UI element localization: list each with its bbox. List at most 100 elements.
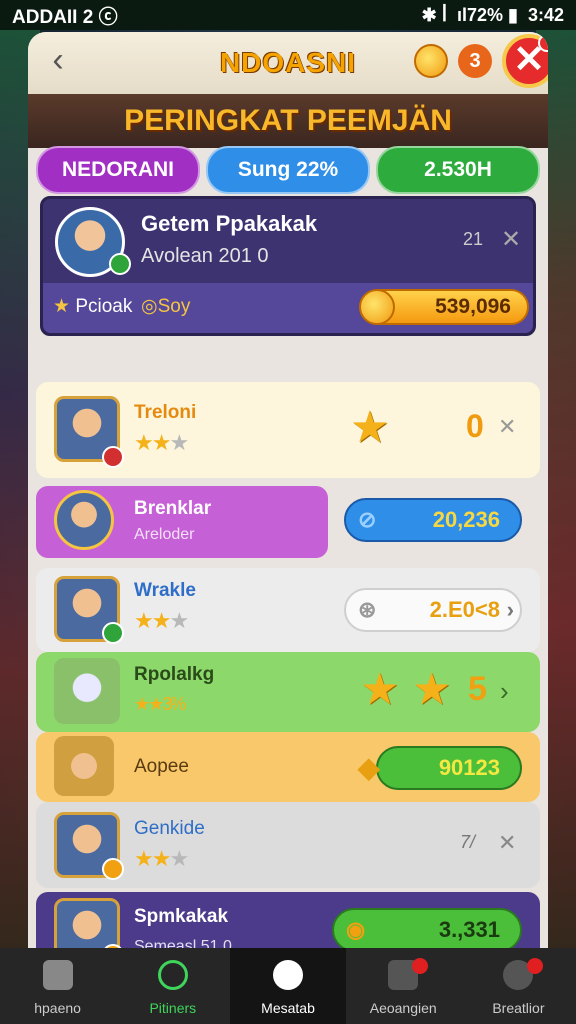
stat-label-2: Soy — [157, 296, 191, 317]
nav-pitiners[interactable]: Pitiners — [115, 948, 230, 1024]
header-title: NDOASNI — [219, 47, 357, 78]
back-arrow-icon: ‹ — [52, 41, 64, 79]
rank-badge-icon — [102, 858, 124, 880]
player-name: Rpolalkg — [134, 664, 215, 685]
panel-header: ‹ NDOASNI 3 ✕ — [28, 32, 548, 94]
player-subtitle: Avolean 201 0 — [141, 245, 269, 267]
list-item[interactable]: Treloni ★★★ ★ 0 ✕ — [36, 382, 540, 478]
home-icon — [42, 960, 73, 990]
rank-value: 7/ — [460, 832, 476, 852]
coin-icon — [359, 289, 395, 325]
leaderboard-banner: PERINGKAT PEEMJÄN — [28, 94, 548, 148]
status-icons: ✱ ꟾ — [421, 4, 448, 25]
player-name: Brenklar — [134, 498, 212, 519]
score-pill[interactable]: ◆ 90123 — [358, 746, 522, 790]
player-name: Spmkakak — [134, 906, 229, 927]
battery-indicator: ıl72% ▮ — [457, 4, 518, 25]
rocket-icon: ◆ — [358, 752, 380, 783]
score-pill[interactable]: ⊘ 20,236 — [344, 498, 522, 542]
chat-icon — [273, 960, 303, 990]
player-name: Getem Ppakakak — [141, 211, 318, 236]
profile-close-icon[interactable]: ✕ — [501, 225, 521, 254]
status-bar: ADDAII 2 ⓒ ✱ ꟾ ıl72% ▮ 3:42 — [0, 0, 576, 30]
stat-label-soy: ◎Soy — [141, 295, 190, 318]
clock: 3:42 — [527, 4, 564, 25]
list-item[interactable]: Rpolalkg ★★3% ★ ★ 5 › — [36, 652, 540, 732]
star-icon: ★ — [360, 665, 400, 714]
avatar — [54, 490, 114, 550]
bottom-navigation: hpaeno Pitiners Mesatab Aeoangien Breatl… — [0, 948, 576, 1024]
chevron-right-icon[interactable]: › — [500, 676, 509, 707]
score-value: 2.E0<8 — [429, 597, 500, 622]
star-rating: ★★★ — [134, 846, 189, 871]
status-left: ADDAII 2 ⓒ — [12, 6, 118, 28]
nav-label: Mesatab — [261, 1000, 315, 1016]
avatar — [54, 898, 120, 948]
avatar-badge-icon — [109, 253, 131, 275]
link-icon: ⊘ — [358, 507, 377, 532]
nav-label: hpaeno — [34, 1000, 81, 1016]
nav-label: Aeoangien — [369, 1000, 437, 1016]
coin-icon: ◉ — [346, 917, 366, 942]
player-subtitle: Semeasl 51 0 — [134, 938, 232, 948]
nav-label: Pitiners — [149, 1000, 197, 1016]
score-value: 0 — [466, 408, 484, 444]
nav-aeoangien[interactable]: Aeoangien — [346, 948, 461, 1024]
list-item[interactable]: Wrakle ★★★ ⊛ 2.E0<8 › — [36, 568, 540, 652]
score-pill[interactable]: ◉ 3.,331 — [332, 908, 522, 948]
rank-badge-icon — [102, 446, 124, 468]
row-close-icon[interactable]: ✕ — [498, 830, 516, 856]
score-value: 90123 — [438, 755, 500, 780]
notification-badge[interactable]: 3 — [458, 44, 492, 78]
coin-small-icon: ◎ — [141, 296, 158, 317]
star-rating: ★★★ — [134, 430, 189, 455]
avatar — [54, 658, 120, 724]
tab-nedorani[interactable]: NEDORANI — [36, 146, 200, 194]
player-name: Genkide — [134, 818, 205, 839]
player-name: Wrakle — [134, 580, 196, 601]
player-score-value: 539,096 — [435, 295, 511, 318]
star-icon: ★ — [350, 403, 390, 452]
score-pill[interactable]: ⊛ 2.E0<8 › — [344, 588, 522, 632]
list-item[interactable]: Brenklar Areloder — [36, 486, 328, 558]
star-icon: ★ — [412, 665, 452, 714]
avatar — [54, 736, 114, 796]
player-name: Treloni — [134, 402, 197, 423]
rank-badge-icon — [102, 622, 124, 644]
chevron-right-icon: › — [506, 597, 514, 622]
nav-home[interactable]: hpaeno — [0, 948, 115, 1024]
leaderboard-panel: ‹ NDOASNI 3 ✕ PERINGKAT PEEMJÄN NEDORANI… — [28, 32, 548, 948]
close-button[interactable]: ✕ — [502, 34, 548, 88]
star-icon: ★ — [53, 296, 71, 317]
notification-dot-icon — [411, 958, 428, 974]
star-rating: ★★★ — [134, 608, 189, 633]
tab-sung[interactable]: Sung 22% — [206, 146, 370, 194]
coin-icon[interactable] — [414, 44, 448, 78]
player-profile-card[interactable]: Getem Ppakakak Avolean 201 0 21 ✕ ★ Pcio… — [40, 196, 536, 336]
refresh-icon: ⊛ — [358, 597, 377, 622]
player-subtitle: Areloder — [134, 526, 195, 543]
nav-mesatab[interactable]: Mesatab — [230, 948, 346, 1024]
star-rating: ★★3% — [134, 694, 186, 714]
player-rank: 21 — [463, 229, 484, 249]
score-value: 3.,331 — [438, 917, 500, 942]
banner-title: PERINGKAT PEEMJÄN — [124, 104, 452, 137]
tab-bar: NEDORANI Sung 22% 2.530H — [36, 146, 540, 194]
nav-label: Breatlior — [492, 1000, 545, 1016]
player-score[interactable]: 539,096 — [359, 289, 529, 325]
player-name: Aopee — [134, 756, 189, 777]
row-close-icon[interactable]: ✕ — [498, 414, 516, 440]
nav-breatlior[interactable]: Breatlior — [461, 948, 576, 1024]
stat-label-pcioak: ★ Pcioak — [53, 295, 132, 318]
notification-dot-icon — [526, 958, 543, 974]
list-item[interactable]: Spmkakak Semeasl 51 0 ◉ 3.,331 — [36, 892, 540, 948]
stat-label-1: Pcioak — [75, 296, 133, 317]
list-item[interactable]: Aopee ◆ 90123 — [36, 732, 540, 802]
back-button[interactable]: ‹ — [40, 41, 76, 80]
score-value: 20,236 — [432, 507, 500, 532]
score-value: 5 — [468, 670, 487, 708]
list-item[interactable]: Genkide ★★★ 7/ ✕ — [36, 802, 540, 888]
search-icon — [157, 960, 188, 990]
profile-stats-bar: ★ Pcioak ◎Soy 539,096 — [43, 283, 533, 333]
tab-score[interactable]: 2.530H — [376, 146, 540, 194]
